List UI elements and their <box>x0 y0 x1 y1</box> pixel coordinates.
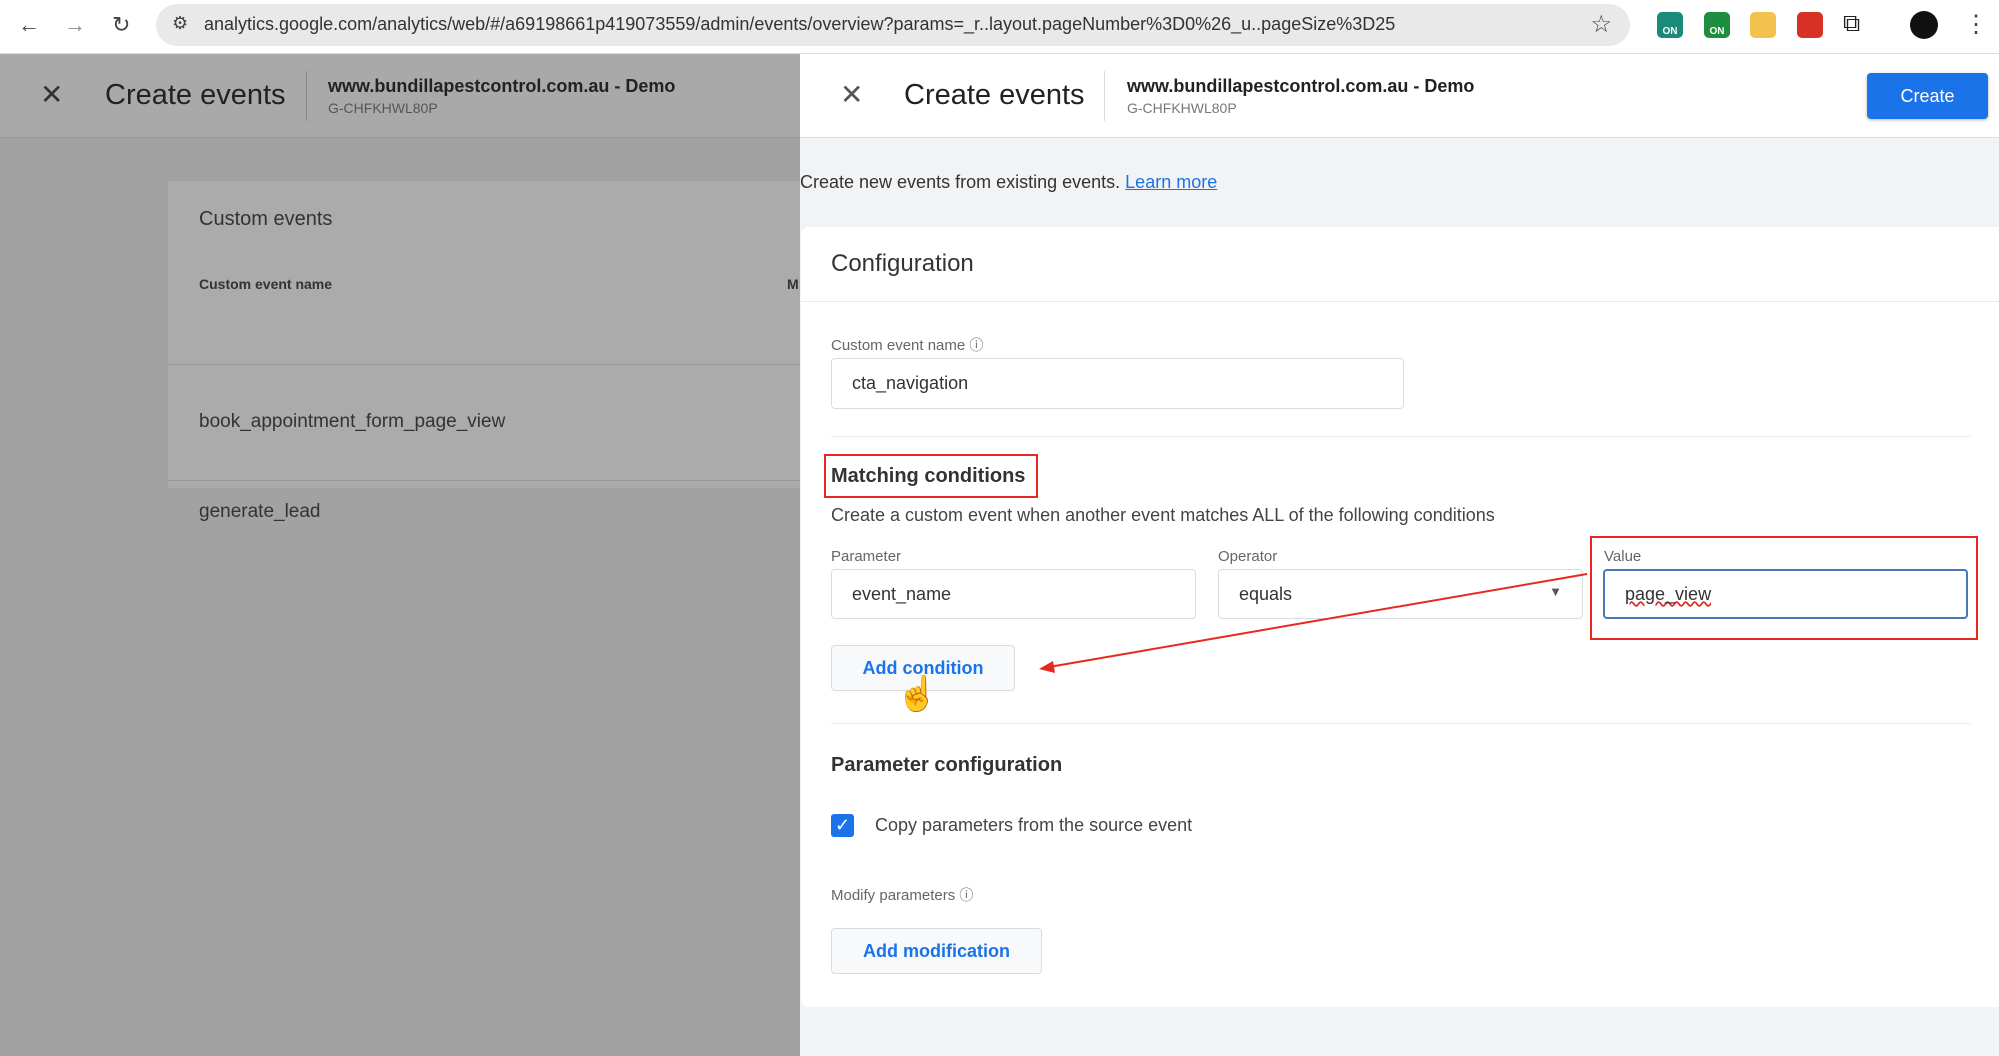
help-icon[interactable]: ⓘ <box>969 337 983 353</box>
divider <box>831 436 1971 437</box>
extensions-puzzle-icon[interactable]: ⧉ <box>1843 10 1860 38</box>
matching-conditions-title: Matching conditions <box>831 465 1026 487</box>
copy-parameters-label: Copy parameters from the source event <box>875 815 1193 835</box>
extension-icon[interactable]: ON <box>1657 12 1683 38</box>
menu-kebab-icon[interactable]: ⋮ <box>1964 10 1988 39</box>
divider <box>831 723 1971 724</box>
custom-event-name-input[interactable]: cta_navigation <box>831 358 1404 409</box>
copy-parameters-checkbox[interactable]: ✓ <box>831 814 854 837</box>
divider <box>306 71 307 121</box>
parameter-label: Parameter <box>831 548 902 565</box>
site-name: www.bundillapestcontrol.com.au - Demo <box>1127 76 1475 96</box>
table-row[interactable]: book_appointment_form_page_view <box>199 411 505 433</box>
panel-title: Create events <box>904 79 1085 111</box>
site-settings-icon[interactable]: ⚙ <box>172 13 188 34</box>
close-icon[interactable]: ✕ <box>840 78 863 111</box>
panel-title: Create events <box>105 79 286 111</box>
add-modification-button[interactable]: Add modification <box>831 928 1042 974</box>
background-header: ✕ Create events www.bundillapestcontrol.… <box>0 54 800 138</box>
modify-parameters-label: Modify parameters ⓘ <box>831 887 974 904</box>
url-text[interactable]: analytics.google.com/analytics/web/#/a69… <box>204 14 1395 35</box>
address-bar[interactable]: ⚙ analytics.google.com/analytics/web/#/a… <box>156 4 1630 46</box>
bookmark-star-icon[interactable]: ☆ <box>1590 10 1612 39</box>
intro-text: Create new events from existing events. … <box>800 172 1217 193</box>
custom-event-name-label: Custom event name ⓘ <box>831 337 984 354</box>
property-id: G-CHFKHWL80P <box>328 100 438 116</box>
custom-events-card: Custom events Custom event name M book_a… <box>168 181 800 522</box>
property-id: G-CHFKHWL80P <box>1127 100 1237 116</box>
back-icon[interactable]: ← <box>18 12 40 38</box>
column-header: Custom event name <box>199 276 333 292</box>
value-label: Value <box>1604 548 1642 565</box>
parameter-configuration-title: Parameter configuration <box>831 754 1063 776</box>
forward-icon[interactable]: → <box>64 12 86 38</box>
divider <box>1104 71 1105 121</box>
divider <box>801 301 1999 302</box>
learn-more-link[interactable]: Learn more <box>1125 172 1217 192</box>
help-icon[interactable]: ⓘ <box>959 887 973 903</box>
extension-icon[interactable] <box>1797 12 1823 38</box>
extension-icon[interactable] <box>1750 12 1776 38</box>
dropdown-arrow-icon: ▼ <box>1549 584 1562 599</box>
hand-cursor-icon: ☝ <box>896 675 939 713</box>
reload-icon[interactable]: ↻ <box>112 12 130 38</box>
matching-description: Create a custom event when another event… <box>831 505 1495 525</box>
extension-icon[interactable]: ON <box>1704 12 1730 38</box>
operator-label: Operator <box>1218 548 1278 565</box>
profile-avatar[interactable] <box>1910 11 1938 39</box>
column-header: M <box>787 276 799 292</box>
table-row[interactable]: generate_lead <box>199 501 321 523</box>
create-events-panel: ✕ Create events www.bundillapestcontrol.… <box>800 54 1999 1056</box>
divider <box>168 364 800 365</box>
section-title: Configuration <box>831 250 974 277</box>
configuration-card: Configuration Custom event name ⓘ cta_na… <box>801 227 1999 1007</box>
divider <box>168 480 800 481</box>
intro-label: Create new events from existing events. <box>800 172 1121 192</box>
create-button[interactable]: Create <box>1867 73 1988 119</box>
card-title: Custom events <box>199 208 333 230</box>
operator-select[interactable]: equals ▼ <box>1218 569 1583 619</box>
close-icon[interactable]: ✕ <box>40 78 63 111</box>
parameter-input[interactable]: event_name <box>831 569 1196 619</box>
value-input[interactable]: page_view <box>1603 569 1968 619</box>
background-panel: ✕ Create events www.bundillapestcontrol.… <box>0 54 800 1056</box>
panel-header: ✕ Create events www.bundillapestcontrol.… <box>800 54 1999 138</box>
browser-toolbar: ← → ↻ ⚙ analytics.google.com/analytics/w… <box>0 0 1999 54</box>
site-name: www.bundillapestcontrol.com.au - Demo <box>328 76 676 96</box>
